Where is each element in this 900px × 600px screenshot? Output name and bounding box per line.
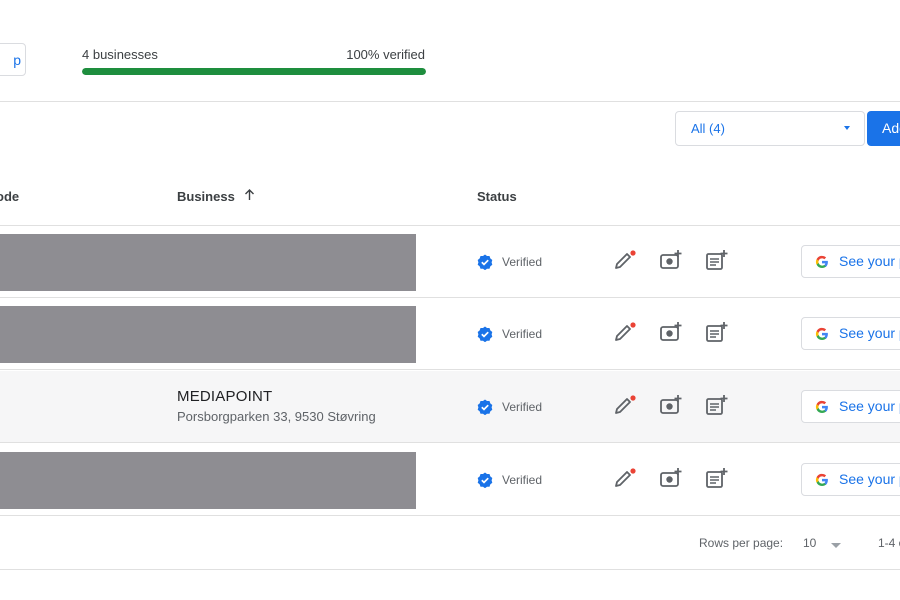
redacted-block	[0, 234, 416, 291]
verification-progress-bar	[82, 68, 426, 75]
verified-badge-icon	[477, 254, 493, 271]
add-photo-icon[interactable]	[659, 394, 682, 416]
business-header-label: Business	[177, 189, 235, 204]
verified-badge-icon	[477, 472, 493, 489]
dropdown-caret-icon	[844, 126, 850, 130]
status-text: Verified	[502, 400, 543, 414]
progress-fill	[82, 68, 426, 75]
row-divider	[0, 369, 900, 370]
left-partial-button[interactable]: p	[0, 43, 26, 76]
add-post-icon[interactable]	[705, 321, 728, 343]
bottom-divider	[0, 569, 900, 570]
rows-per-page-label: Rows per page:	[699, 536, 784, 550]
see-your-profile-button[interactable]: See your p	[801, 245, 900, 278]
see-your-profile-button[interactable]: See your p	[801, 317, 900, 350]
business-count: 4 businesses	[82, 47, 158, 62]
edit-pencil-icon[interactable]	[613, 467, 636, 489]
status-text: Verified	[502, 473, 543, 487]
redacted-block	[0, 452, 416, 509]
edit-pencil-icon[interactable]	[613, 394, 636, 416]
see-your-profile-button[interactable]: See your p	[801, 390, 900, 423]
status-filter-dropdown[interactable]: All (4)	[675, 111, 865, 146]
google-g-icon	[815, 255, 828, 269]
row-divider	[0, 442, 900, 443]
add-post-icon[interactable]	[705, 467, 728, 489]
google-g-icon	[815, 327, 828, 341]
add-post-icon[interactable]	[705, 394, 728, 416]
add-photo-icon[interactable]	[659, 321, 682, 343]
edit-pencil-icon[interactable]	[613, 321, 636, 343]
see-button-label: See your p	[839, 471, 900, 487]
business-name[interactable]: MEDIAPOINT	[177, 388, 272, 405]
filter-value: All (4)	[691, 121, 725, 136]
column-header-code[interactable]: ode	[0, 189, 19, 204]
google-g-icon	[815, 473, 828, 487]
top-divider	[0, 101, 900, 102]
business-address: Porsborgparken 33, 9530 Støvring	[177, 409, 376, 424]
arrow-up-icon	[244, 189, 255, 204]
add-photo-icon[interactable]	[659, 467, 682, 489]
see-button-label: See your p	[839, 325, 900, 341]
redacted-block	[0, 306, 416, 363]
status-text: Verified	[502, 255, 543, 269]
edit-pencil-icon[interactable]	[613, 249, 636, 271]
row-divider	[0, 515, 900, 516]
google-g-icon	[815, 400, 828, 414]
status-text: Verified	[502, 327, 543, 341]
table-row[interactable]	[0, 371, 900, 443]
rows-per-page-select[interactable]: 10	[803, 536, 816, 550]
rows-per-page-caret-icon[interactable]	[831, 543, 841, 548]
column-header-business[interactable]: Business	[177, 189, 255, 204]
see-your-profile-button[interactable]: See your p	[801, 463, 900, 496]
column-header-status[interactable]: Status	[477, 189, 517, 204]
add-post-icon[interactable]	[705, 249, 728, 271]
pagination-range: 1-4 o	[878, 536, 900, 550]
verified-badge-icon	[477, 326, 493, 343]
add-photo-icon[interactable]	[659, 249, 682, 271]
see-button-label: See your p	[839, 398, 900, 414]
verified-badge-icon	[477, 399, 493, 416]
add-business-button[interactable]: Add	[867, 111, 900, 146]
see-button-label: See your p	[839, 253, 900, 269]
verified-percent: 100% verified	[346, 47, 425, 62]
